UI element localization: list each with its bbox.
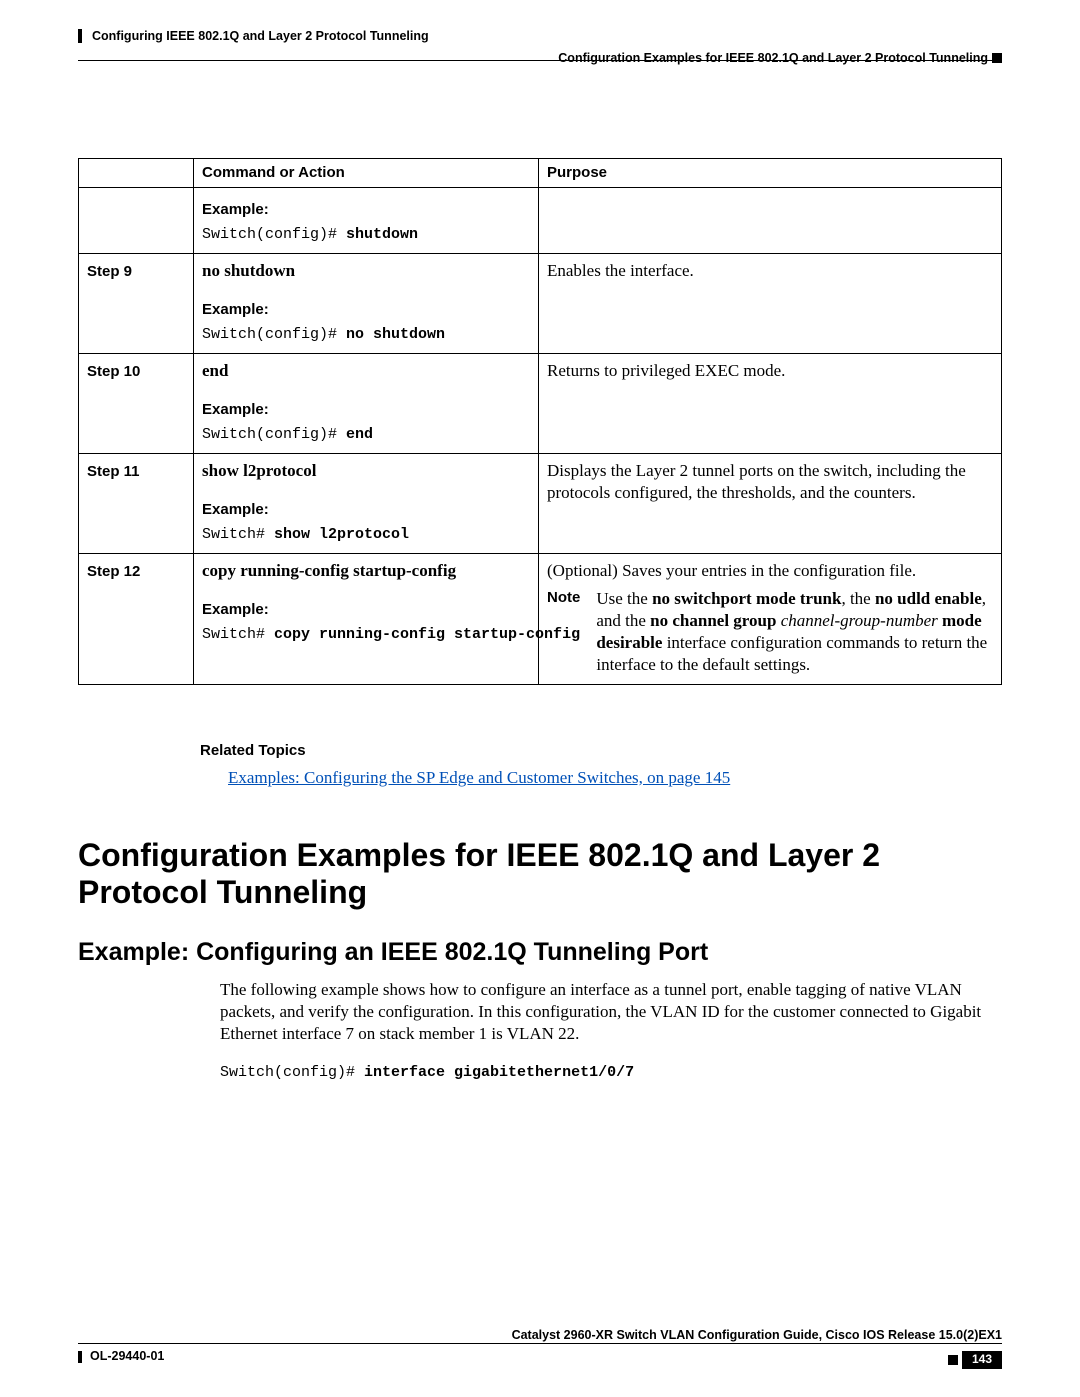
footer-marker <box>78 1351 82 1363</box>
step-label: Step 12 <box>87 563 140 580</box>
section-title-header: Configuration Examples for IEEE 802.1Q a… <box>558 50 988 66</box>
chapter-title: Configuring IEEE 802.1Q and Layer 2 Prot… <box>92 28 429 44</box>
main-content: Command or Action Purpose Example: Switc… <box>78 158 1002 1083</box>
code-example: Switch(config)# no shutdown <box>202 325 530 345</box>
page-number: 143 <box>962 1351 1002 1369</box>
th-command: Command or Action <box>194 159 539 188</box>
section-heading: Configuration Examples for IEEE 802.1Q a… <box>78 837 1002 911</box>
command-name: copy running-config startup-config <box>202 561 456 580</box>
header-rule <box>78 60 1002 61</box>
th-purpose: Purpose <box>539 159 1002 188</box>
code-example: Switch# copy running-config startup-conf… <box>202 625 530 645</box>
footer-rule <box>78 1343 1002 1344</box>
example-label: Example: <box>202 300 530 320</box>
footer-guide-title: Catalyst 2960-XR Switch VLAN Configurati… <box>512 1328 1002 1342</box>
th-step <box>79 159 194 188</box>
purpose-text: (Optional) Saves your entries in the con… <box>547 561 916 580</box>
related-link[interactable]: Examples: Configuring the SP Edge and Cu… <box>228 767 1002 789</box>
command-name: show l2protocol <box>202 461 316 480</box>
purpose-text: Displays the Layer 2 tunnel ports on the… <box>547 461 966 502</box>
step-label: Step 11 <box>87 463 140 480</box>
note-body: Use the no switchport mode trunk, the no… <box>596 588 993 676</box>
table-row: Step 12 copy running-config startup-conf… <box>79 553 1002 684</box>
code-example: Switch(config)# end <box>202 425 530 445</box>
subsection-heading: Example: Configuring an IEEE 802.1Q Tunn… <box>78 936 1002 969</box>
code-example: Switch(config)# shutdown <box>202 225 530 245</box>
example-label: Example: <box>202 500 530 520</box>
header-marker <box>78 29 82 43</box>
command-table: Command or Action Purpose Example: Switc… <box>78 158 1002 685</box>
example-label: Example: <box>202 600 530 620</box>
step-label: Step 10 <box>87 363 140 380</box>
table-row: Step 11 show l2protocol Example: Switch#… <box>79 453 1002 553</box>
example-label: Example: <box>202 200 530 220</box>
purpose-text: Returns to privileged EXEC mode. <box>547 361 785 380</box>
note-block: Note Use the no switchport mode trunk, t… <box>547 588 993 676</box>
table-row: Step 9 no shutdown Example: Switch(confi… <box>79 253 1002 353</box>
example-label: Example: <box>202 400 530 420</box>
purpose-text: Enables the interface. <box>547 261 694 280</box>
command-name: no shutdown <box>202 261 295 280</box>
related-topics: Related Topics Examples: Configuring the… <box>200 741 1002 789</box>
page-footer: Catalyst 2960-XR Switch VLAN Configurati… <box>78 1327 1002 1369</box>
page-header: Configuring IEEE 802.1Q and Layer 2 Prot… <box>78 28 1002 44</box>
related-title: Related Topics <box>200 741 1002 761</box>
footer-docid: OL-29440-01 <box>90 1348 164 1364</box>
table-row: Example: Switch(config)# shutdown <box>79 187 1002 253</box>
table-row: Step 10 end Example: Switch(config)# end… <box>79 353 1002 453</box>
config-code-line: Switch(config)# interface gigabitetherne… <box>220 1063 1002 1083</box>
intro-paragraph: The following example shows how to confi… <box>220 979 1002 1045</box>
header-square-icon <box>992 53 1002 63</box>
footer-square-icon <box>948 1355 958 1365</box>
command-name: end <box>202 361 228 380</box>
step-label: Step 9 <box>87 263 132 280</box>
note-label: Note <box>547 588 580 676</box>
code-example: Switch# show l2protocol <box>202 525 530 545</box>
